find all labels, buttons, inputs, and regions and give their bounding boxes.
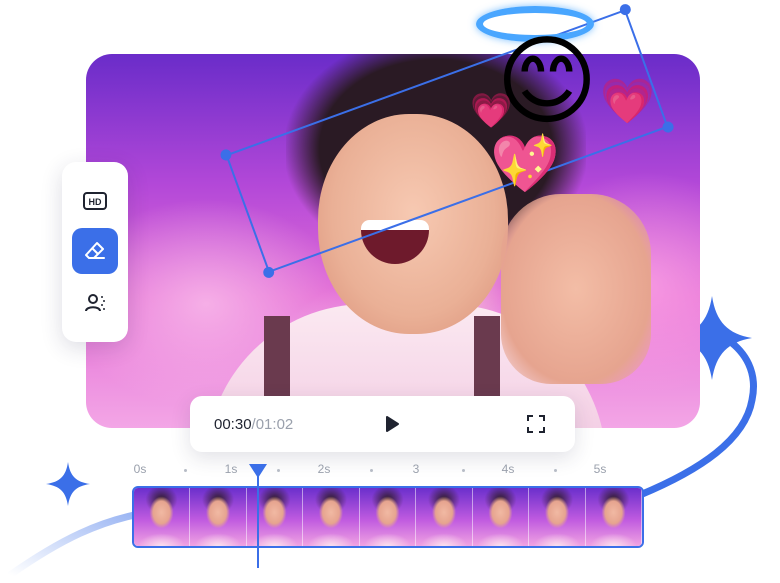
current-time: 00:30 bbox=[214, 416, 252, 433]
tick-label: 0s bbox=[133, 462, 147, 476]
film-frame bbox=[303, 488, 360, 546]
film-frame bbox=[134, 488, 191, 546]
playhead-line[interactable] bbox=[257, 474, 259, 568]
tool-panel: HD bbox=[62, 162, 128, 342]
playback-bar: 00:30/01:02 bbox=[190, 396, 575, 452]
tick-label: 2s bbox=[317, 462, 331, 476]
tick-dot bbox=[184, 469, 187, 472]
fullscreen-icon[interactable] bbox=[526, 414, 546, 434]
tick-dot bbox=[277, 469, 280, 472]
tick-label: 4s bbox=[501, 462, 515, 476]
film-frame bbox=[416, 488, 473, 546]
tick-dot bbox=[554, 469, 557, 472]
hd-label: HD bbox=[89, 197, 102, 207]
tick-label: 5s bbox=[593, 462, 607, 476]
timeline-ruler[interactable]: 0s 1s 2s 3 4s 5s bbox=[132, 462, 644, 482]
time-display: 00:30/01:02 bbox=[214, 416, 293, 433]
tick-label: 3 bbox=[412, 462, 420, 476]
film-frame bbox=[246, 488, 304, 546]
subject-hand bbox=[501, 194, 651, 384]
background-remover-button[interactable] bbox=[72, 280, 118, 326]
tick-dot bbox=[370, 469, 373, 472]
heart-icon: 💗 bbox=[600, 77, 655, 126]
play-icon[interactable] bbox=[382, 414, 402, 434]
person-cutout-icon bbox=[85, 294, 105, 312]
video-filmstrip[interactable] bbox=[132, 486, 644, 548]
heart-icon: 💖 bbox=[490, 132, 560, 195]
playhead-handle-icon[interactable] bbox=[248, 463, 268, 479]
eraser-button[interactable] bbox=[72, 228, 118, 274]
eraser-icon bbox=[85, 242, 105, 259]
resize-handle[interactable] bbox=[618, 2, 633, 17]
hd-icon: HD bbox=[83, 192, 107, 210]
film-frame bbox=[472, 488, 530, 546]
film-frame bbox=[359, 488, 417, 546]
film-frame bbox=[585, 488, 642, 546]
tick-dot bbox=[462, 469, 465, 472]
tick-label: 1s bbox=[224, 462, 238, 476]
hd-enhance-button[interactable]: HD bbox=[72, 178, 118, 224]
total-time: 01:02 bbox=[255, 416, 294, 433]
film-frame bbox=[529, 488, 586, 546]
film-frame bbox=[190, 488, 247, 546]
heart-icon: 💗 bbox=[470, 92, 513, 130]
